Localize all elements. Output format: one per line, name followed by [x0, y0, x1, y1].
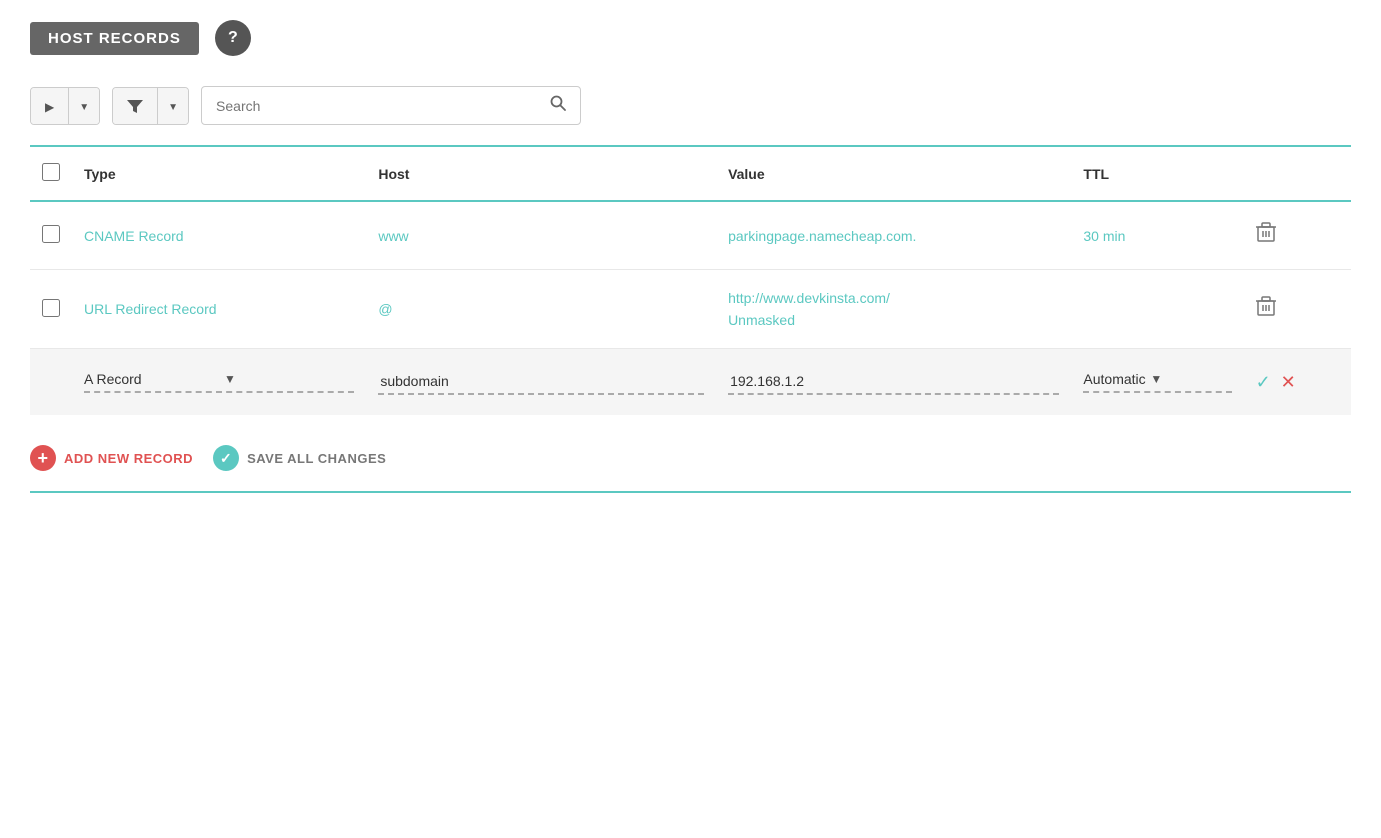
row-type: URL Redirect Record: [72, 270, 366, 349]
table-header-row: Type Host Value TTL: [30, 147, 1351, 201]
records-table: Type Host Value TTL CNAME Record www par…: [30, 147, 1351, 415]
ttl-dropdown-arrow: ▼: [1150, 372, 1162, 386]
filter-button-group: [112, 87, 189, 125]
filter-caret-icon: [168, 98, 178, 113]
row-checkbox[interactable]: [42, 299, 60, 317]
col-value: Value: [716, 147, 1071, 201]
filter-dropdown-button[interactable]: [158, 88, 188, 124]
col-host: Host: [366, 147, 716, 201]
add-record-button[interactable]: + ADD NEW RECORD: [30, 445, 193, 471]
page-container: HOST RECORDS ?: [0, 0, 1381, 513]
row-value-line2: Unmasked: [728, 312, 1059, 328]
search-icon: [550, 95, 566, 111]
save-all-label: SAVE ALL CHANGES: [247, 451, 386, 466]
caret-icon: [79, 98, 89, 113]
edit-ttl-cell: Automatic 1 min 5 min 30 min 1 hour 6 ho…: [1071, 349, 1243, 416]
col-type: Type: [72, 147, 366, 201]
edit-action-buttons: ✓ ✕: [1256, 372, 1339, 393]
action-button-group: [30, 87, 100, 125]
row-host: @: [366, 270, 716, 349]
search-box: [201, 86, 581, 125]
add-icon: +: [30, 445, 56, 471]
add-record-label: ADD NEW RECORD: [64, 451, 193, 466]
search-input[interactable]: [216, 98, 550, 114]
bottom-actions: + ADD NEW RECORD ✓ SAVE ALL CHANGES: [30, 425, 1351, 493]
filter-button[interactable]: [113, 88, 157, 124]
select-all-checkbox[interactable]: [42, 163, 60, 181]
edit-type-cell: A Record AAAA Record CNAME Record MX Rec…: [72, 349, 366, 416]
row-delete-cell: [1244, 201, 1351, 270]
col-actions: [1244, 147, 1351, 201]
row-ttl: [1071, 270, 1243, 349]
host-input[interactable]: [378, 369, 704, 395]
confirm-button[interactable]: ✓: [1256, 372, 1271, 393]
delete-button[interactable]: [1256, 222, 1276, 249]
edit-row: A Record AAAA Record CNAME Record MX Rec…: [30, 349, 1351, 416]
help-button[interactable]: ?: [215, 20, 251, 56]
action-dropdown-button[interactable]: [69, 88, 99, 124]
edit-host-cell: [366, 349, 716, 416]
row-value: http://www.devkinsta.com/ Unmasked: [716, 270, 1071, 349]
row-value: parkingpage.namecheap.com.: [716, 201, 1071, 270]
row-delete-cell: [1244, 270, 1351, 349]
header-checkbox-cell: [30, 147, 72, 201]
row-type: CNAME Record: [72, 201, 366, 270]
type-dropdown-arrow: ▼: [224, 372, 236, 386]
type-select-wrapper: A Record AAAA Record CNAME Record MX Rec…: [84, 371, 354, 393]
ttl-select[interactable]: Automatic 1 min 5 min 30 min 1 hour 6 ho…: [1083, 371, 1146, 387]
row-checkbox[interactable]: [42, 225, 60, 243]
edit-row-checkbox-cell: [30, 349, 72, 416]
search-button[interactable]: [550, 95, 566, 116]
delete-button[interactable]: [1256, 296, 1276, 323]
col-ttl: TTL: [1071, 147, 1243, 201]
save-icon: ✓: [213, 445, 239, 471]
table-row: CNAME Record www parkingpage.namecheap.c…: [30, 201, 1351, 270]
value-input[interactable]: [728, 369, 1059, 395]
header: HOST RECORDS ?: [30, 20, 1351, 56]
toolbar: [30, 86, 1351, 125]
row-checkbox-cell: [30, 201, 72, 270]
row-host: www: [366, 201, 716, 270]
row-ttl: 30 min: [1071, 201, 1243, 270]
play-button[interactable]: [31, 88, 68, 124]
cancel-button[interactable]: ✕: [1281, 372, 1296, 393]
type-select[interactable]: A Record AAAA Record CNAME Record MX Rec…: [84, 371, 218, 387]
filter-icon: [127, 98, 143, 114]
edit-actions-cell: ✓ ✕: [1244, 349, 1351, 416]
trash-icon: [1256, 296, 1276, 318]
play-icon: [45, 98, 54, 114]
ttl-select-wrapper: Automatic 1 min 5 min 30 min 1 hour 6 ho…: [1083, 371, 1231, 393]
table-row: URL Redirect Record @ http://www.devkins…: [30, 270, 1351, 349]
row-checkbox-cell: [30, 270, 72, 349]
trash-icon: [1256, 222, 1276, 244]
row-value-line1: http://www.devkinsta.com/: [728, 290, 1059, 306]
save-all-button[interactable]: ✓ SAVE ALL CHANGES: [213, 445, 386, 471]
edit-value-cell: [716, 349, 1071, 416]
page-title: HOST RECORDS: [30, 22, 199, 55]
